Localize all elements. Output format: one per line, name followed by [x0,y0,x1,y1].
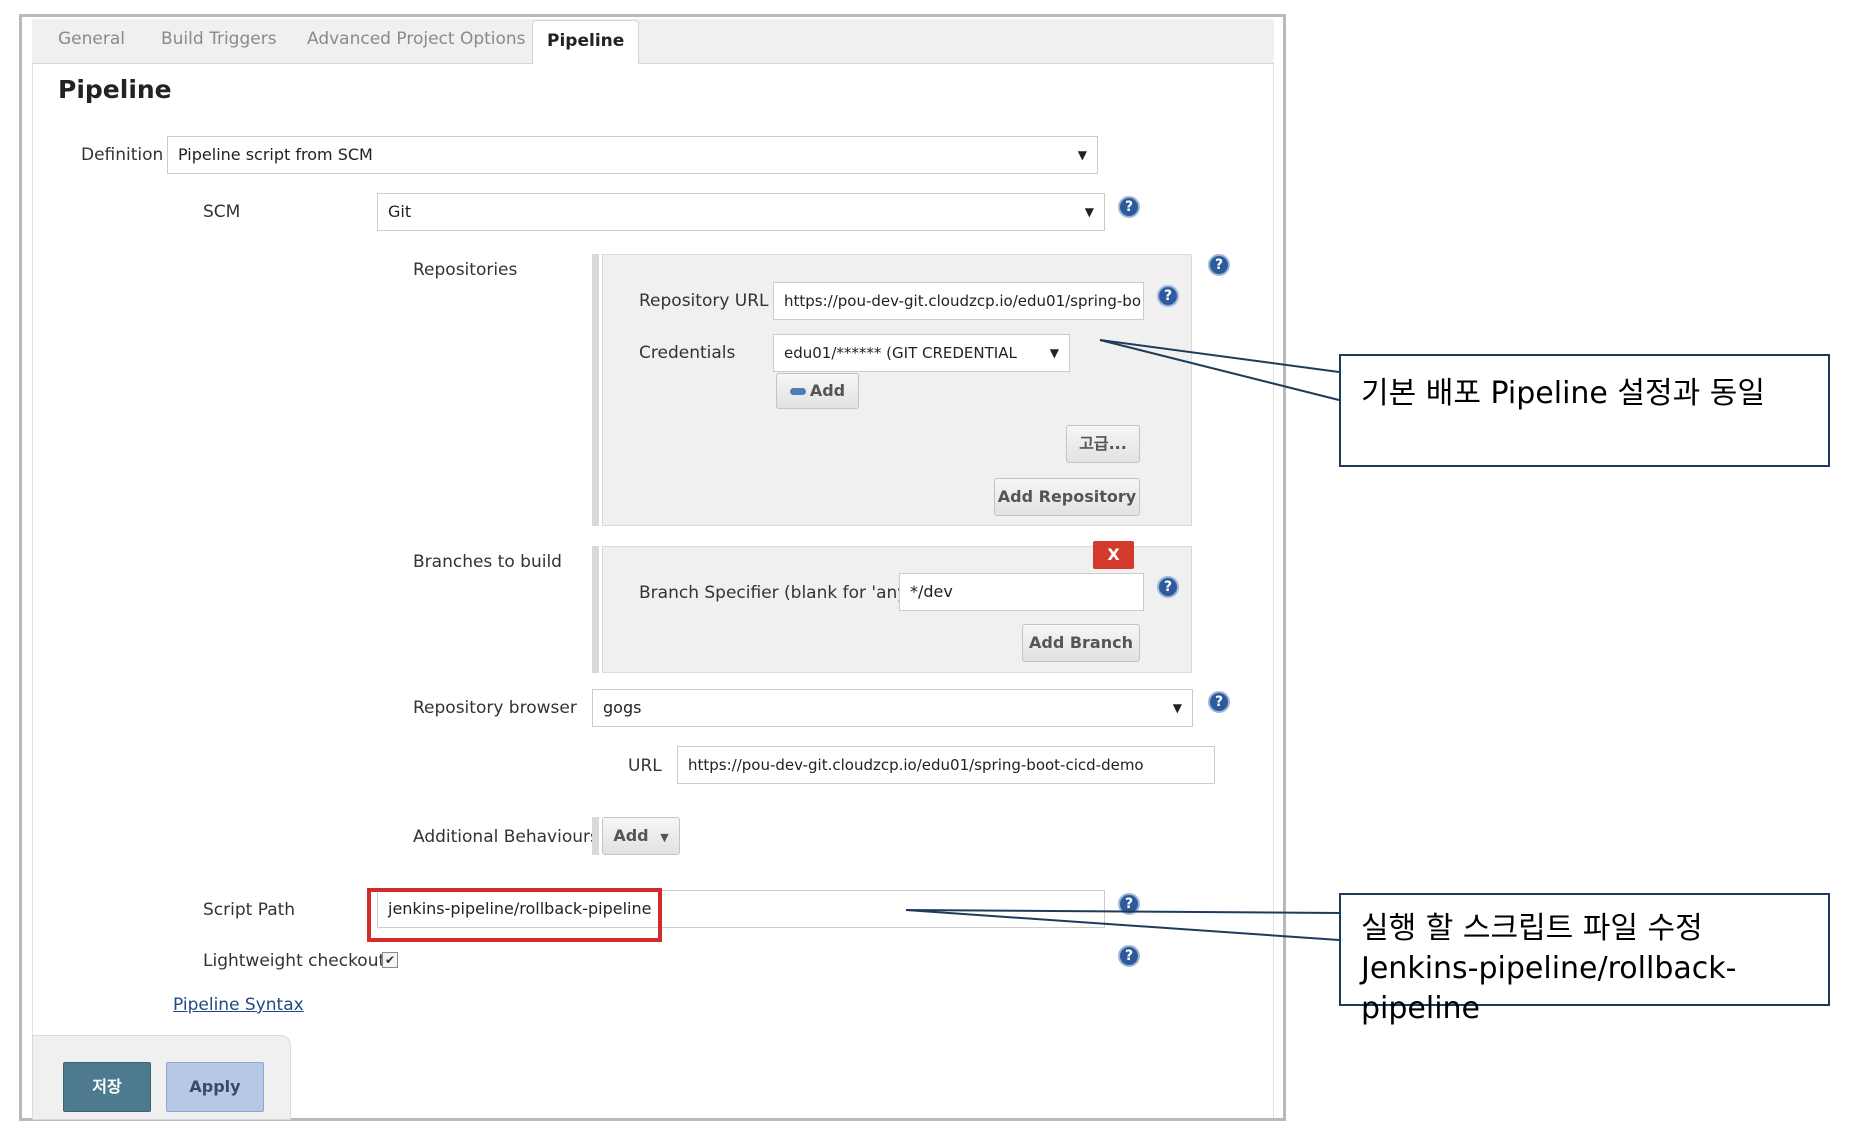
callout-bottom: 실행 할 스크립트 파일 수정 Jenkins-pipeline/rollbac… [1339,893,1830,1026]
callout-top-text: 기본 배포 Pipeline 설정과 동일 [1361,376,1765,411]
callout-bottom-line2: Jenkins-pipeline/rollback-pipeline [1361,951,1737,1026]
callout-top: 기본 배포 Pipeline 설정과 동일 [1339,354,1830,467]
callout-pointer-bottom-b [905,909,1340,941]
callout-pointer-top-a [1099,339,1340,373]
callout-bottom-line1: 실행 할 스크립트 파일 수정 [1361,911,1703,946]
callout-pointer-bottom-a [905,909,1340,914]
callout-pointer-top-b [1099,339,1340,401]
